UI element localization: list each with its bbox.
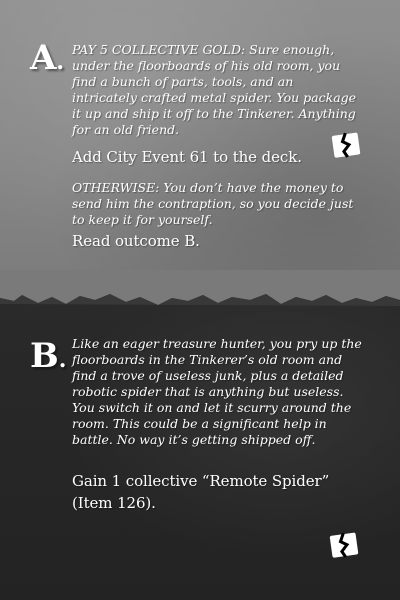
torn-paper-edge — [0, 270, 400, 306]
otherwise-option-text: OTHERWISE: You don’t have the money to s… — [72, 180, 354, 227]
outcome-b-story-text: Like an eager treasure hunter, you pry u… — [72, 336, 362, 447]
outcome-letter-b: B. — [30, 336, 66, 376]
outcome-letter-a: A. — [30, 38, 64, 78]
torn-card-icon — [331, 132, 361, 158]
otherwise-option-outcome: Read outcome B. — [72, 232, 200, 250]
pay-option-outcome: Add City Event 61 to the deck. — [72, 148, 302, 166]
pay-option-text: PAY 5 COLLECTIVE GOLD: Sure enough, unde… — [72, 42, 357, 137]
torn-card-icon — [329, 532, 359, 558]
outcome-b-reward: Gain 1 collective “Remote Spider” (Item … — [72, 472, 330, 512]
event-card: A. PAY 5 COLLECTIVE GOLD: Sure enough, u… — [0, 0, 400, 600]
